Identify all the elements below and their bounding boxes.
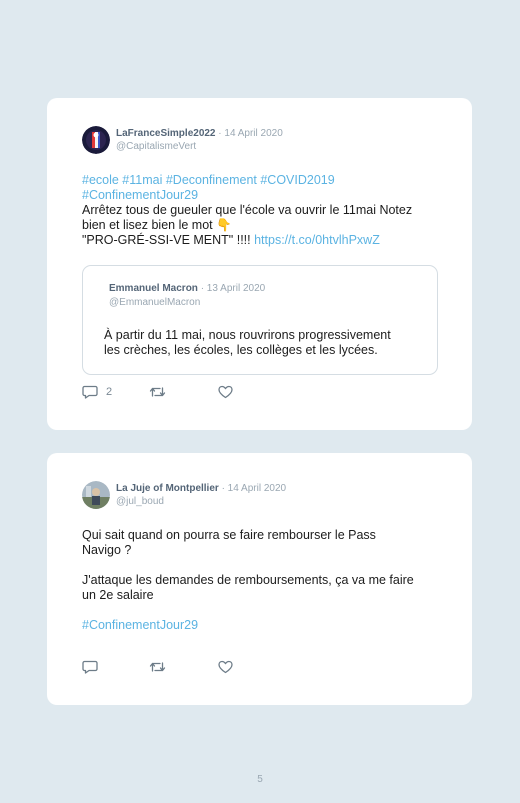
reply-icon xyxy=(82,385,98,399)
quoted-tweet[interactable]: Emmanuel Macron · 13 April 2020 @Emmanue… xyxy=(82,265,438,375)
like-icon xyxy=(218,385,233,399)
text-line: Navigo ? xyxy=(82,543,132,557)
text-line: Arrêtez tous de gueuler que l'école va o… xyxy=(82,203,413,217)
author-name[interactable]: La Juje of Montpellier xyxy=(116,483,219,494)
quote-author-name[interactable]: Emmanuel Macron xyxy=(109,283,198,294)
like-button[interactable] xyxy=(218,385,233,399)
reply-button[interactable] xyxy=(82,660,98,674)
quote-text: À partir du 11 mai, nous rouvrirons prog… xyxy=(104,328,424,358)
retweet-button[interactable] xyxy=(149,660,166,674)
tweet-text: Qui sait quand on pourra se faire rembou… xyxy=(82,528,442,633)
author-handle[interactable]: @jul_boud xyxy=(116,495,164,508)
text-line: bien et lisez bien le mot 👇 xyxy=(82,218,232,232)
quote-text-line: les crèches, les écoles, les collèges et… xyxy=(104,343,378,357)
quote-date: · 13 April 2020 xyxy=(200,283,266,294)
tweet-link[interactable]: https://t.co/0htvlhPxwZ xyxy=(254,233,380,247)
author-handle[interactable]: @CapitalismeVert xyxy=(116,140,196,153)
tweet-card: La Juje of Montpellier · 14 April 2020 @… xyxy=(47,453,472,705)
reply-count: 2 xyxy=(106,386,113,398)
tweet-date[interactable]: · 14 April 2020 xyxy=(222,483,287,494)
tweet-date[interactable]: · 14 April 2020 xyxy=(218,128,283,139)
text-line: J'attaque les demandes de remboursements… xyxy=(82,573,414,587)
quote-header: Emmanuel Macron · 13 April 2020 xyxy=(109,282,265,295)
author-name[interactable]: LaFranceSimple2022 xyxy=(116,128,216,139)
tweet-card: LaFranceSimple2022 · 14 April 2020 @Capi… xyxy=(47,98,472,430)
reply-icon xyxy=(82,660,98,674)
reply-button[interactable]: 2 xyxy=(82,385,112,399)
retweet-icon xyxy=(149,387,166,397)
retweet-button[interactable] xyxy=(149,385,166,399)
text-line: Qui sait quand on pourra se faire rembou… xyxy=(82,528,376,542)
text-line: "PRO-GRÉ-SSI-VE MENT" !!!! xyxy=(82,233,255,247)
hashtag-line[interactable]: #ConfinementJour29 xyxy=(82,188,442,203)
avatar[interactable] xyxy=(82,481,110,509)
like-icon xyxy=(218,660,233,674)
tweet-header: La Juje of Montpellier · 14 April 2020 xyxy=(116,482,286,495)
retweet-icon xyxy=(149,662,166,672)
page-number: 5 xyxy=(257,774,263,785)
hashtag-line[interactable]: #ecole #11mai #Deconfinement #COVID2019 xyxy=(82,173,442,188)
tweet-header: LaFranceSimple2022 · 14 April 2020 xyxy=(116,127,283,140)
quote-author-handle: @EmmanuelMacron xyxy=(109,297,201,308)
like-button[interactable] xyxy=(218,660,233,674)
quote-text-line: À partir du 11 mai, nous rouvrirons prog… xyxy=(104,328,391,342)
avatar[interactable] xyxy=(82,126,110,154)
tweet-text: #ecole #11mai #Deconfinement #COVID2019 … xyxy=(82,173,442,248)
text-line: un 2e salaire xyxy=(82,588,154,602)
hashtag-line[interactable]: #ConfinementJour29 xyxy=(82,618,442,633)
